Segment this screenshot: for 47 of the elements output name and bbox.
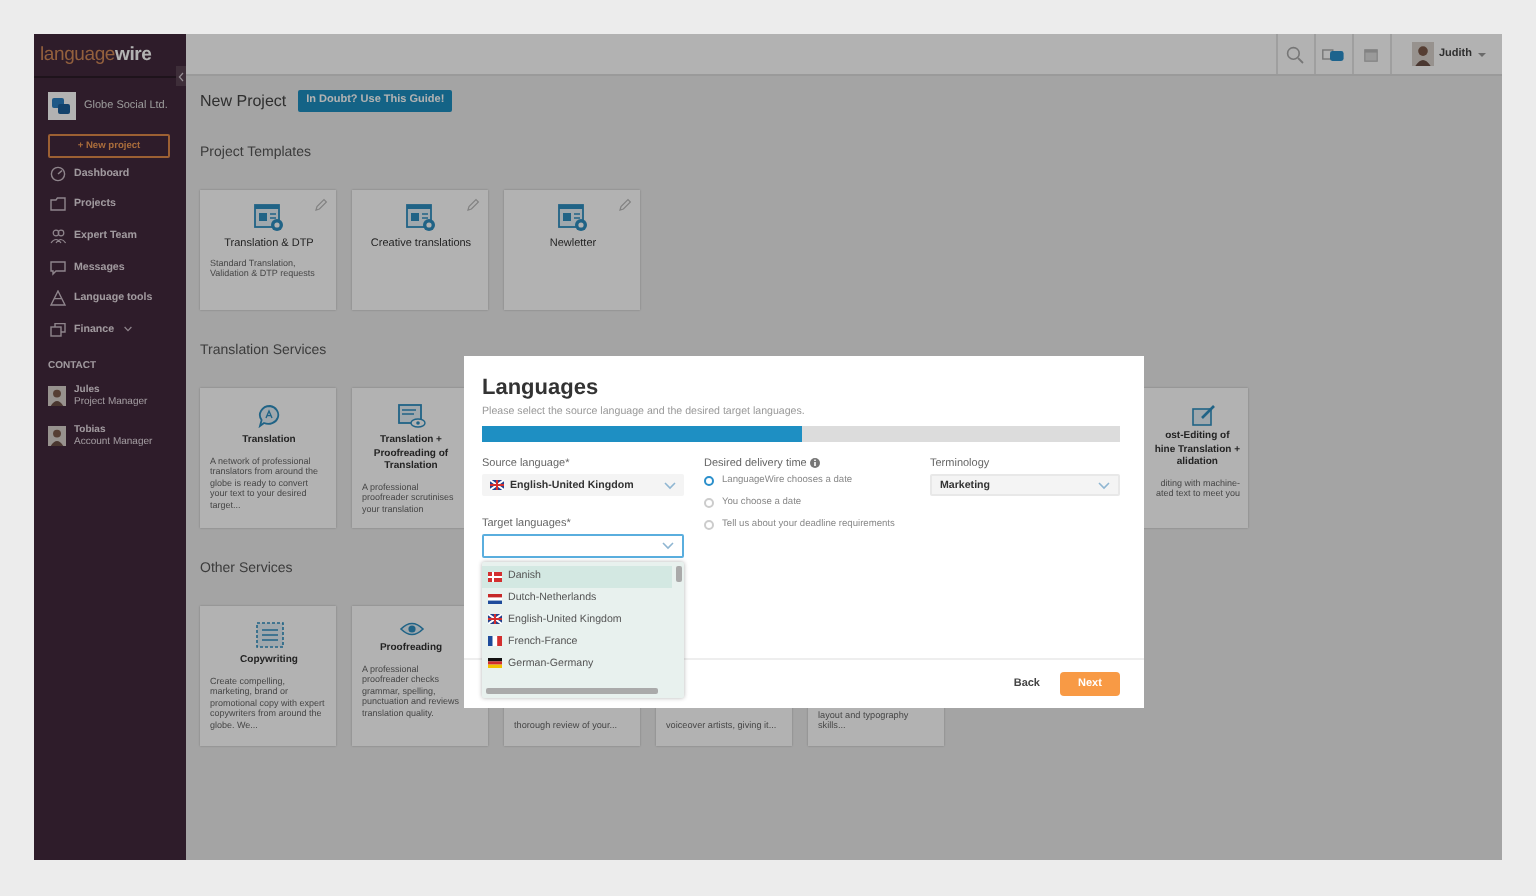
target-language-select[interactable] bbox=[482, 534, 684, 558]
chat-translate-icon bbox=[257, 404, 281, 428]
pencil-icon[interactable] bbox=[314, 198, 328, 212]
chevron-down-icon bbox=[662, 542, 674, 550]
people-icon bbox=[50, 227, 66, 244]
calendar-icon[interactable] bbox=[1364, 47, 1378, 61]
chevron-left-icon bbox=[178, 71, 184, 81]
pen-window-icon bbox=[1191, 404, 1215, 426]
caret-icon bbox=[1478, 51, 1486, 57]
window-icon bbox=[254, 204, 284, 232]
document-lines-icon bbox=[255, 622, 283, 648]
flag-icon bbox=[488, 593, 502, 604]
window-eye-icon bbox=[397, 404, 425, 428]
chat-bubbles-icon bbox=[48, 92, 76, 120]
scrollbar[interactable] bbox=[486, 688, 658, 694]
chevron-down-icon bbox=[664, 481, 676, 489]
folder-icon bbox=[50, 196, 66, 213]
search-icon[interactable] bbox=[1286, 45, 1304, 63]
chevron-down-icon bbox=[1098, 481, 1110, 489]
dialog-title: Languages bbox=[482, 376, 601, 400]
radio-button[interactable] bbox=[704, 476, 714, 486]
pencil-icon[interactable] bbox=[466, 198, 480, 212]
collapse-button[interactable] bbox=[176, 66, 186, 86]
pencil-icon[interactable] bbox=[618, 198, 632, 212]
eye-icon bbox=[399, 622, 423, 636]
messages-badge-icon[interactable] bbox=[1322, 47, 1344, 61]
logo: languagewire bbox=[38, 42, 154, 68]
page-title: New Project bbox=[200, 91, 287, 109]
caret-icon bbox=[124, 326, 133, 333]
flag-icon bbox=[490, 480, 504, 490]
pyramid-icon bbox=[50, 290, 66, 307]
flag-icon bbox=[488, 658, 502, 669]
flag-icon bbox=[488, 571, 502, 582]
speech-bubble-icon bbox=[50, 259, 66, 276]
flag-icon bbox=[488, 614, 502, 625]
scrollbar[interactable] bbox=[676, 566, 682, 582]
avatar bbox=[48, 385, 66, 406]
avatar bbox=[48, 425, 66, 446]
gauge-icon bbox=[50, 165, 66, 182]
radio-button[interactable] bbox=[704, 498, 714, 508]
radio-button[interactable] bbox=[704, 520, 714, 530]
window-icon bbox=[558, 204, 588, 232]
info-icon bbox=[810, 458, 821, 468]
user-avatar bbox=[1411, 42, 1433, 66]
window-icon bbox=[406, 204, 436, 232]
cards-icon bbox=[50, 321, 66, 338]
flag-icon bbox=[488, 636, 502, 647]
